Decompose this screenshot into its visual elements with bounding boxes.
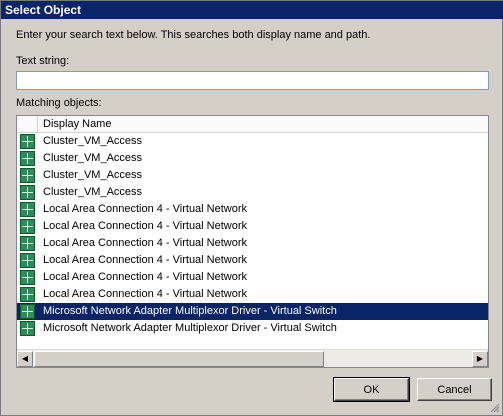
resize-grip-icon[interactable] bbox=[488, 401, 500, 413]
list-item[interactable]: Cluster_VM_Access bbox=[17, 133, 488, 150]
list-item-label: Local Area Connection 4 - Virtual Networ… bbox=[43, 254, 248, 266]
list-item[interactable]: Cluster_VM_Access bbox=[17, 167, 488, 184]
list-item[interactable]: Local Area Connection 4 - Virtual Networ… bbox=[17, 286, 488, 303]
list-item-label: Cluster_VM_Access bbox=[43, 186, 143, 198]
matching-objects-list[interactable]: Display Name Cluster_VM_Access Cluster_VM… bbox=[16, 115, 489, 368]
network-adapter-icon bbox=[20, 185, 35, 200]
select-object-dialog: Select Object Enter your search text bel… bbox=[0, 0, 503, 416]
display-name-column-header[interactable]: Display Name bbox=[39, 116, 111, 132]
network-adapter-icon bbox=[20, 168, 35, 183]
network-adapter-icon bbox=[20, 219, 35, 234]
ok-button[interactable]: OK bbox=[333, 377, 410, 402]
horizontal-scrollbar[interactable]: ◀ ▶ bbox=[17, 349, 488, 367]
list-item-label: Microsoft Network Adapter Multiplexor Dr… bbox=[43, 322, 337, 334]
list-item[interactable]: Local Area Connection 4 - Virtual Networ… bbox=[17, 252, 488, 269]
text-string-input[interactable] bbox=[16, 71, 489, 90]
icon-column-header[interactable] bbox=[17, 116, 38, 132]
list-item[interactable]: Local Area Connection 4 - Virtual Networ… bbox=[17, 269, 488, 286]
network-adapter-icon bbox=[20, 151, 35, 166]
matching-objects-label: Matching objects: bbox=[16, 97, 102, 109]
network-adapter-icon bbox=[20, 321, 35, 336]
network-adapter-icon bbox=[20, 202, 35, 217]
list-item[interactable]: Local Area Connection 4 - Virtual Networ… bbox=[17, 201, 488, 218]
scroll-right-button[interactable]: ▶ bbox=[472, 351, 488, 367]
network-adapter-icon bbox=[20, 253, 35, 268]
list-item[interactable]: Local Area Connection 4 - Virtual Networ… bbox=[17, 235, 488, 252]
network-adapter-icon bbox=[20, 134, 35, 149]
list-item-label: Cluster_VM_Access bbox=[43, 135, 143, 147]
dialog-title: Select Object bbox=[1, 1, 503, 19]
list-item[interactable]: Microsoft Network Adapter Multiplexor Dr… bbox=[17, 303, 488, 320]
list-item[interactable]: Cluster_VM_Access bbox=[17, 184, 488, 201]
instructions-text: Enter your search text below. This searc… bbox=[16, 29, 371, 41]
list-item[interactable]: Cluster_VM_Access bbox=[17, 150, 488, 167]
network-adapter-icon bbox=[20, 287, 35, 302]
network-adapter-icon bbox=[20, 236, 35, 251]
list-item-label: Local Area Connection 4 - Virtual Networ… bbox=[43, 271, 248, 283]
text-string-label: Text string: bbox=[16, 55, 70, 67]
scroll-left-button[interactable]: ◀ bbox=[17, 351, 33, 367]
list-item-label: Cluster_VM_Access bbox=[43, 169, 143, 181]
network-adapter-icon bbox=[20, 270, 35, 285]
list-item-label: Local Area Connection 4 - Virtual Networ… bbox=[43, 237, 248, 249]
list-item[interactable]: Local Area Connection 4 - Virtual Networ… bbox=[17, 218, 488, 235]
list-item-label: Cluster_VM_Access bbox=[43, 152, 143, 164]
network-adapter-icon bbox=[20, 304, 35, 319]
list-item[interactable]: Microsoft Network Adapter Multiplexor Dr… bbox=[17, 320, 488, 337]
scroll-thumb[interactable] bbox=[34, 351, 324, 367]
list-item-label: Local Area Connection 4 - Virtual Networ… bbox=[43, 203, 248, 215]
cancel-button[interactable]: Cancel bbox=[417, 378, 492, 401]
list-item-label: Local Area Connection 4 - Virtual Networ… bbox=[43, 288, 248, 300]
list-item-label: Microsoft Network Adapter Multiplexor Dr… bbox=[43, 305, 337, 317]
list-header: Display Name bbox=[17, 116, 488, 133]
list-rows: Cluster_VM_Access Cluster_VM_Access Cluste… bbox=[17, 133, 488, 337]
list-item-label: Local Area Connection 4 - Virtual Networ… bbox=[43, 220, 248, 232]
